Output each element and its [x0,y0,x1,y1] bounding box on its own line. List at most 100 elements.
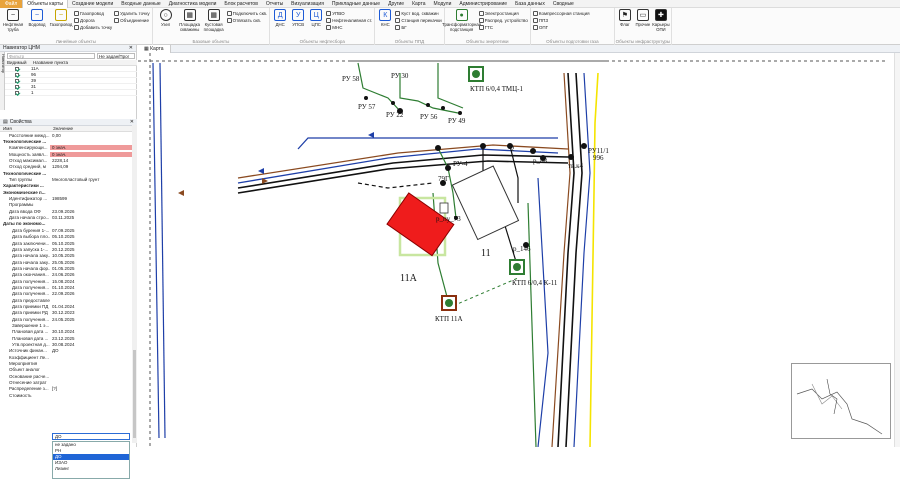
property-row[interactable]: Дата выбора пло... 05.10.2025 [0,234,137,240]
menu-item[interactable]: Модули [429,0,455,8]
opg-button[interactable]: ОПГ [532,24,590,30]
menu-item[interactable]: Другие [384,0,408,8]
menu-item[interactable]: Файл [0,0,23,8]
property-row[interactable]: Дата получения... 24.05.2025 [0,316,137,322]
gas-line-button[interactable]: Газопровод [74,10,112,16]
ppz-button[interactable]: ППЗ [532,17,590,23]
label-2: 2 [511,145,515,153]
pump-station-button[interactable]: Станция перекачки [395,17,442,23]
node-button[interactable]: ○ Узел [155,9,177,38]
list-item[interactable]: 1 [5,90,137,96]
upvo-button[interactable]: УПВО [326,10,372,16]
property-row[interactable]: Плановая дата ... 30.10.2024 [0,329,137,335]
gas-pipe-button[interactable]: ~ Газопровод [50,9,72,38]
property-row[interactable]: Компенсирующи... 0 знач. [0,145,137,151]
road-button[interactable]: Дорога [74,17,112,23]
menu-item[interactable]: Администрирование [455,0,511,8]
cps-button[interactable]: Ц ЦПС [308,9,324,38]
property-row[interactable]: Дата начала стро... 03.11.2025 [0,214,137,220]
property-row[interactable]: Тип группы Многопластовый грунт [0,176,137,182]
visibility-checkbox[interactable] [15,84,19,89]
property-row[interactable]: Отход максимал... 2228,14 [0,157,137,163]
property-row[interactable]: Дата получения... 01.10.2024 [0,284,137,290]
property-row[interactable]: Идентификатор ... 198599 [0,195,137,201]
menu-item[interactable]: Отчеты [262,0,287,8]
merge-button[interactable]: Объединение [114,17,149,23]
power-station-button[interactable]: Электростанция [478,10,528,16]
property-row[interactable]: Источник финан... ДО [0,348,137,354]
property-row[interactable]: Дата бурения 1-... 07.09.2025 [0,227,137,233]
property-row[interactable]: Дата начала фор... 01.05.2025 [0,265,137,271]
flag-button[interactable]: ⚑ Флаг [617,9,633,38]
menu-item[interactable]: Прикладные данные [328,0,384,8]
quarry-button[interactable]: ✚ Карьеры ОПИ [652,9,670,38]
menu-item[interactable]: Карта [408,0,429,8]
upsv-button[interactable]: У УПСВ [290,9,306,38]
property-row[interactable]: Дата запуска 1-... 20.12.2025 [0,246,137,252]
dropdown-option[interactable]: Лизинг [53,466,129,472]
menu-item[interactable]: Создание модели [68,0,117,8]
menu-item[interactable]: Блок расчетов [220,0,261,8]
transformer-button[interactable]: ● Трансформаторная подстанция [442,9,481,38]
tab-map[interactable]: ▦ Карта [138,44,171,53]
property-row[interactable]: Дата начала заку... 10.05.2025 [0,253,137,259]
menu-item[interactable]: Визуализация [287,0,328,8]
gts-button[interactable]: ГТС [478,24,528,30]
visibility-checkbox[interactable] [15,72,19,77]
properties-scrollbar[interactable] [132,125,137,443]
scrollbar-thumb[interactable] [133,350,136,438]
cluster-pad-button[interactable]: ▦ Кустовая площадка [203,9,225,38]
oil-loading-button[interactable]: Нефтеналивная ст. [326,17,372,23]
water-well-cluster-button[interactable]: Куст вод. скважин [395,10,441,16]
dns-button[interactable]: Д ДНС [272,9,288,38]
filter-input[interactable]: Фильтр [7,53,95,59]
property-row[interactable]: Дата окончания... 24.06.2026 [0,272,137,278]
property-row[interactable]: Дата получения... 22.09.2026 [0,291,137,297]
well-pad-button[interactable]: ▦ Площадка скважины [179,9,201,38]
property-row[interactable]: Дата ввода ОФ 23.09.2026 [0,208,137,214]
menu-item[interactable]: Объекты карты [22,0,68,8]
menu-item[interactable]: База данных [511,0,549,8]
add-point-button[interactable]: Добавить точку [74,24,112,30]
map-canvas[interactable]: РУ 58 РУ 30 РУ 57 РУ 22 РУ 56 РУ 49 КТП … [138,53,900,447]
detach-well-button[interactable]: Отвязать скв. [226,17,268,23]
property-row[interactable]: Дата заключени... 05.10.2025 [0,240,137,246]
menu-item[interactable]: Сводные [549,0,578,8]
financing-source-select[interactable]: ДО [52,433,130,440]
kns-button[interactable]: К КНС [377,9,393,38]
other-button[interactable]: ▭ Прочие [635,9,651,38]
property-row[interactable]: Стоимость [0,392,137,398]
ktp-1-marker[interactable] [468,66,484,82]
bg-button[interactable]: БГ [395,24,441,30]
distribution-device-button[interactable]: Распред. устройство [478,17,528,23]
visibility-checkbox[interactable] [15,66,19,71]
mode-select[interactable]: Не задан/Прог [97,53,135,59]
visibility-checkbox[interactable] [15,78,19,83]
ktp-11a-marker[interactable] [441,295,457,311]
visibility-checkbox[interactable] [15,90,19,95]
water-pipe-button[interactable]: ~ Водовод [26,9,48,38]
ktp-11-marker[interactable] [509,259,525,275]
connect-well-button[interactable]: Подключить скв. [226,10,267,16]
ribbon-group-base: ○ Узел ▦ Площадка скважины ▦ Кустовая площа… [153,8,271,45]
property-row[interactable]: Отход средний, м 1294,09 [0,164,137,170]
property-row[interactable]: Распределение з... [?] [0,386,137,392]
property-row[interactable]: Дата получения... 15.08.2024 [0,278,137,284]
mns-button[interactable]: МНС [326,24,372,30]
property-row[interactable]: Мощность заявл... 0 знач. [0,151,137,157]
menu-item[interactable]: Диагностика модели [165,0,221,8]
close-icon[interactable]: ✕ [129,45,133,51]
minimap[interactable] [791,363,891,439]
property-name: Завершение 1 э... [12,322,50,328]
property-row[interactable]: Дата приемки РД 30.12.2023 [0,310,137,316]
menu-item[interactable]: Входные данные [117,0,164,8]
compressor-station-button[interactable]: Компрессорная станция [532,10,590,16]
map-scrollbar[interactable] [894,53,900,447]
property-row[interactable]: Плановая дата ... 23.12.2025 [0,335,137,341]
property-row[interactable]: Расстояние межд... 0,00 [0,132,137,138]
delete-point-button[interactable]: Удалить точку [114,10,150,16]
property-row[interactable]: Дата приемки ПД 01.04.2024 [0,303,137,309]
property-row[interactable]: Утв.проектная д... 30.08.2024 [0,341,137,347]
oil-pipe-button[interactable]: ~ Нефтяная труба [2,9,24,38]
property-row[interactable]: Дата начала заку... 25.05.2026 [0,259,137,265]
